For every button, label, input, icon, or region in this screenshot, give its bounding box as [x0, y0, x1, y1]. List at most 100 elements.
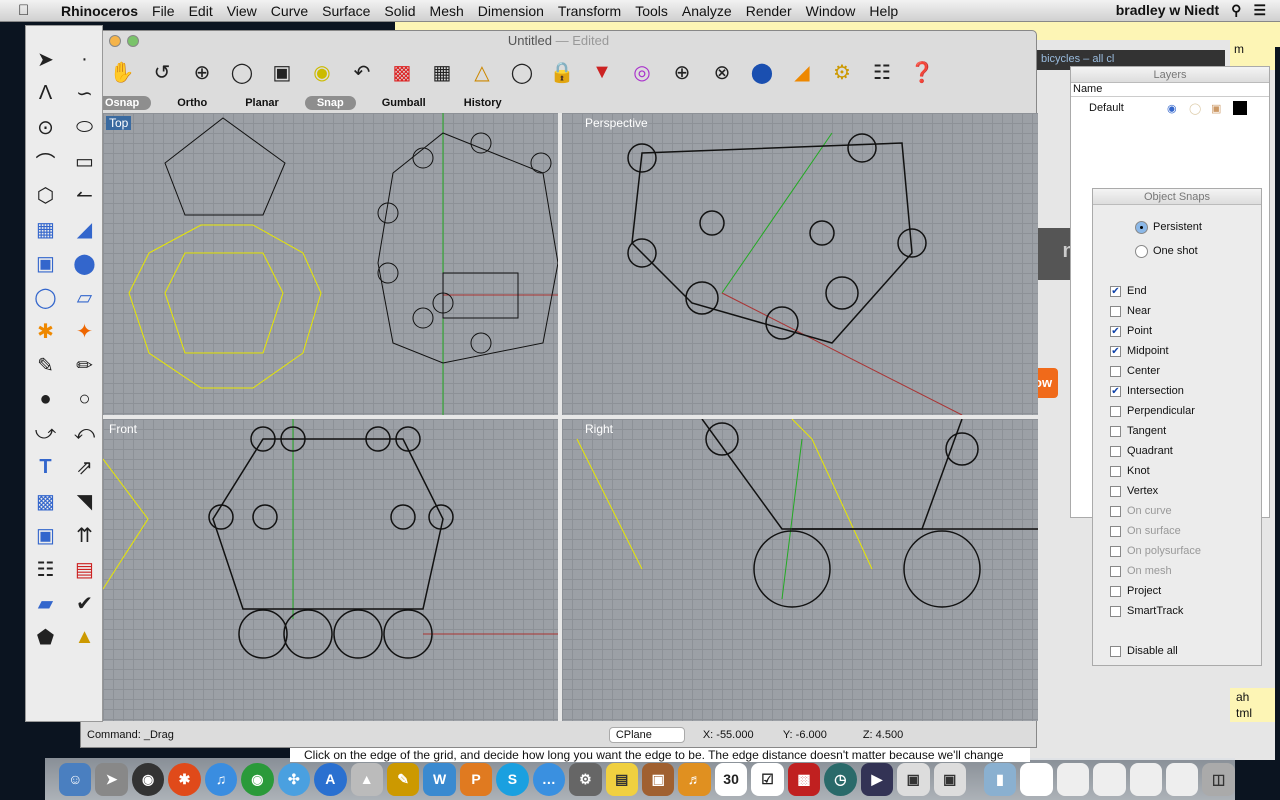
layers-name-column[interactable]: Name [1071, 83, 1269, 97]
checkbox-box[interactable] [1110, 605, 1121, 617]
command-prompt[interactable]: Command: _Drag [87, 729, 174, 741]
extrude-icon[interactable]: ◯ [26, 280, 65, 314]
system-preferences-icon[interactable]: ⚙ [569, 762, 602, 796]
menu-file[interactable]: File [145, 3, 182, 19]
osnap-quadrant-checkbox[interactable]: Quadrant [1093, 441, 1261, 461]
menu-edit[interactable]: Edit [182, 3, 220, 19]
checkbox-box[interactable] [1110, 365, 1121, 377]
osnap-perpendicular-checkbox[interactable]: Perpendicular [1093, 401, 1261, 421]
skype-icon[interactable]: S [496, 762, 529, 796]
checkbox-box[interactable] [1110, 465, 1121, 477]
reminders-icon[interactable]: ☑ [751, 762, 784, 796]
viewport-front[interactable]: Front [103, 419, 558, 721]
lightbulb-icon[interactable]: ◯ [1189, 102, 1211, 115]
render-icon[interactable]: ◢ [786, 56, 818, 88]
ungroup-icon[interactable]: ○ [65, 382, 104, 416]
viewport-perspective[interactable]: Perspective [562, 113, 1038, 415]
circle-icon[interactable]: ⊙ [26, 110, 65, 144]
osnap-center-checkbox[interactable]: Center [1093, 361, 1261, 381]
menu-tools[interactable]: Tools [628, 3, 675, 19]
array-icon[interactable]: ▩ [26, 484, 65, 518]
finder-icon[interactable]: ☺ [59, 762, 92, 796]
sphere-icon[interactable]: ⬤ [65, 246, 104, 280]
osnap-vertex-checkbox[interactable]: Vertex [1093, 481, 1261, 501]
wireframe-sphere-icon[interactable]: ⊕ [666, 56, 698, 88]
app-store-icon[interactable]: A [314, 762, 347, 796]
dashboard-icon[interactable]: ◉ [131, 762, 165, 796]
powerpoint-icon[interactable]: P [459, 762, 493, 796]
history-toggle[interactable]: History [452, 96, 514, 110]
document-stack-icon[interactable] [1093, 762, 1126, 796]
check-icon[interactable]: ✔ [65, 586, 104, 620]
cage-icon[interactable]: ▣ [26, 518, 65, 552]
menu-view[interactable]: View [220, 3, 264, 19]
rhino-icon[interactable]: ▲ [350, 762, 383, 796]
document-stack-icon[interactable] [1129, 762, 1162, 796]
user-name[interactable]: bradley w Niedt [1116, 2, 1219, 19]
minimize-button[interactable] [109, 35, 121, 47]
loft-icon[interactable]: ◢ [65, 212, 104, 246]
document-stack-icon[interactable] [1165, 762, 1199, 796]
group-icon[interactable]: ● [26, 382, 65, 416]
zoom-button[interactable] [127, 35, 139, 47]
menu-mesh[interactable]: Mesh [423, 3, 471, 19]
mirror-icon[interactable]: ◥ [65, 484, 104, 518]
snap-toggle[interactable]: Snap [304, 96, 356, 110]
calendar-icon[interactable]: 30 [714, 762, 748, 796]
grid-snap-icon[interactable]: ☷ [866, 56, 898, 88]
layer-color-swatch[interactable] [1233, 101, 1247, 115]
lock-icon[interactable]: 🔒 [546, 56, 578, 88]
spotlight-icon[interactable]: ⚲ [1231, 2, 1241, 19]
fillet-edge-icon[interactable]: ⤺ [65, 416, 104, 450]
stickies-icon[interactable]: ▤ [605, 762, 638, 796]
checkbox-box[interactable] [1110, 585, 1121, 597]
menu-surface[interactable]: Surface [315, 3, 377, 19]
preview-icon[interactable]: ▣ [897, 762, 930, 796]
menu-app[interactable]: Rhinoceros [54, 3, 145, 19]
rotate-view-icon[interactable]: ↺ [146, 56, 178, 88]
disable-all-checkbox[interactable]: Disable all [1093, 641, 1261, 661]
patch-icon[interactable]: ▱ [65, 280, 104, 314]
rendered-sphere-icon[interactable]: ⬤ [746, 56, 778, 88]
zoom-selected-icon[interactable]: ◉ [306, 56, 338, 88]
zoom-in-icon[interactable]: ⊕ [186, 56, 218, 88]
pencil-app-icon[interactable]: ✎ [386, 762, 420, 796]
menu-solid[interactable]: Solid [377, 3, 422, 19]
photo-booth-icon[interactable]: ▣ [642, 762, 675, 796]
text-icon[interactable]: T [26, 450, 65, 484]
checkbox-box[interactable]: ✔ [1110, 345, 1121, 357]
document-stack-icon[interactable] [1020, 762, 1053, 796]
checkbox-box[interactable] [1110, 545, 1121, 557]
osnap-intersection-checkbox[interactable]: ✔ Intersection [1093, 381, 1261, 401]
layer-row[interactable]: Default ◉ ◯ ▣ [1071, 97, 1269, 119]
cplane-select[interactable]: CPlane [608, 727, 685, 743]
set-view-icon[interactable]: △ [466, 56, 498, 88]
audacity-icon[interactable]: ♬ [678, 762, 711, 796]
checkbox-box[interactable]: ✔ [1110, 285, 1121, 297]
render-mesh-icon[interactable]: ▲ [65, 620, 104, 654]
viewport-top[interactable]: Top [103, 113, 558, 415]
apple-menu-icon[interactable]:  [18, 2, 40, 19]
menu-render[interactable]: Render [739, 3, 799, 19]
select-arrow-icon[interactable]: ➤ [26, 42, 65, 76]
launchpad-icon[interactable]: ➤ [95, 762, 128, 796]
pan-icon[interactable]: ✋ [106, 56, 138, 88]
ortho-toggle[interactable]: Ortho [165, 96, 219, 110]
checkbox-box[interactable] [1110, 485, 1121, 497]
planar-toggle[interactable]: Planar [233, 96, 291, 110]
osnap-on-mesh-checkbox[interactable]: On mesh [1093, 561, 1261, 581]
osnap-tangent-checkbox[interactable]: Tangent [1093, 421, 1261, 441]
offset-icon[interactable]: ⤻ [26, 416, 65, 450]
menu-dimension[interactable]: Dimension [471, 3, 551, 19]
lock-icon[interactable]: ▣ [1211, 102, 1233, 115]
chrome-icon[interactable]: ◉ [241, 762, 274, 796]
ghosted-sphere-icon[interactable]: ⊗ [706, 56, 738, 88]
osnap-midpoint-checkbox[interactable]: ✔ Midpoint [1093, 341, 1261, 361]
menu-analyze[interactable]: Analyze [675, 3, 739, 19]
scale-icon[interactable]: ⇗ [65, 450, 104, 484]
one-shot-radio[interactable]: One shot [1093, 239, 1261, 263]
safari-icon[interactable]: ✣ [277, 762, 311, 796]
viewport-label-right[interactable]: Right [565, 422, 616, 436]
document-stack-icon[interactable] [1056, 762, 1090, 796]
osnap-point-checkbox[interactable]: ✔ Point [1093, 321, 1261, 341]
